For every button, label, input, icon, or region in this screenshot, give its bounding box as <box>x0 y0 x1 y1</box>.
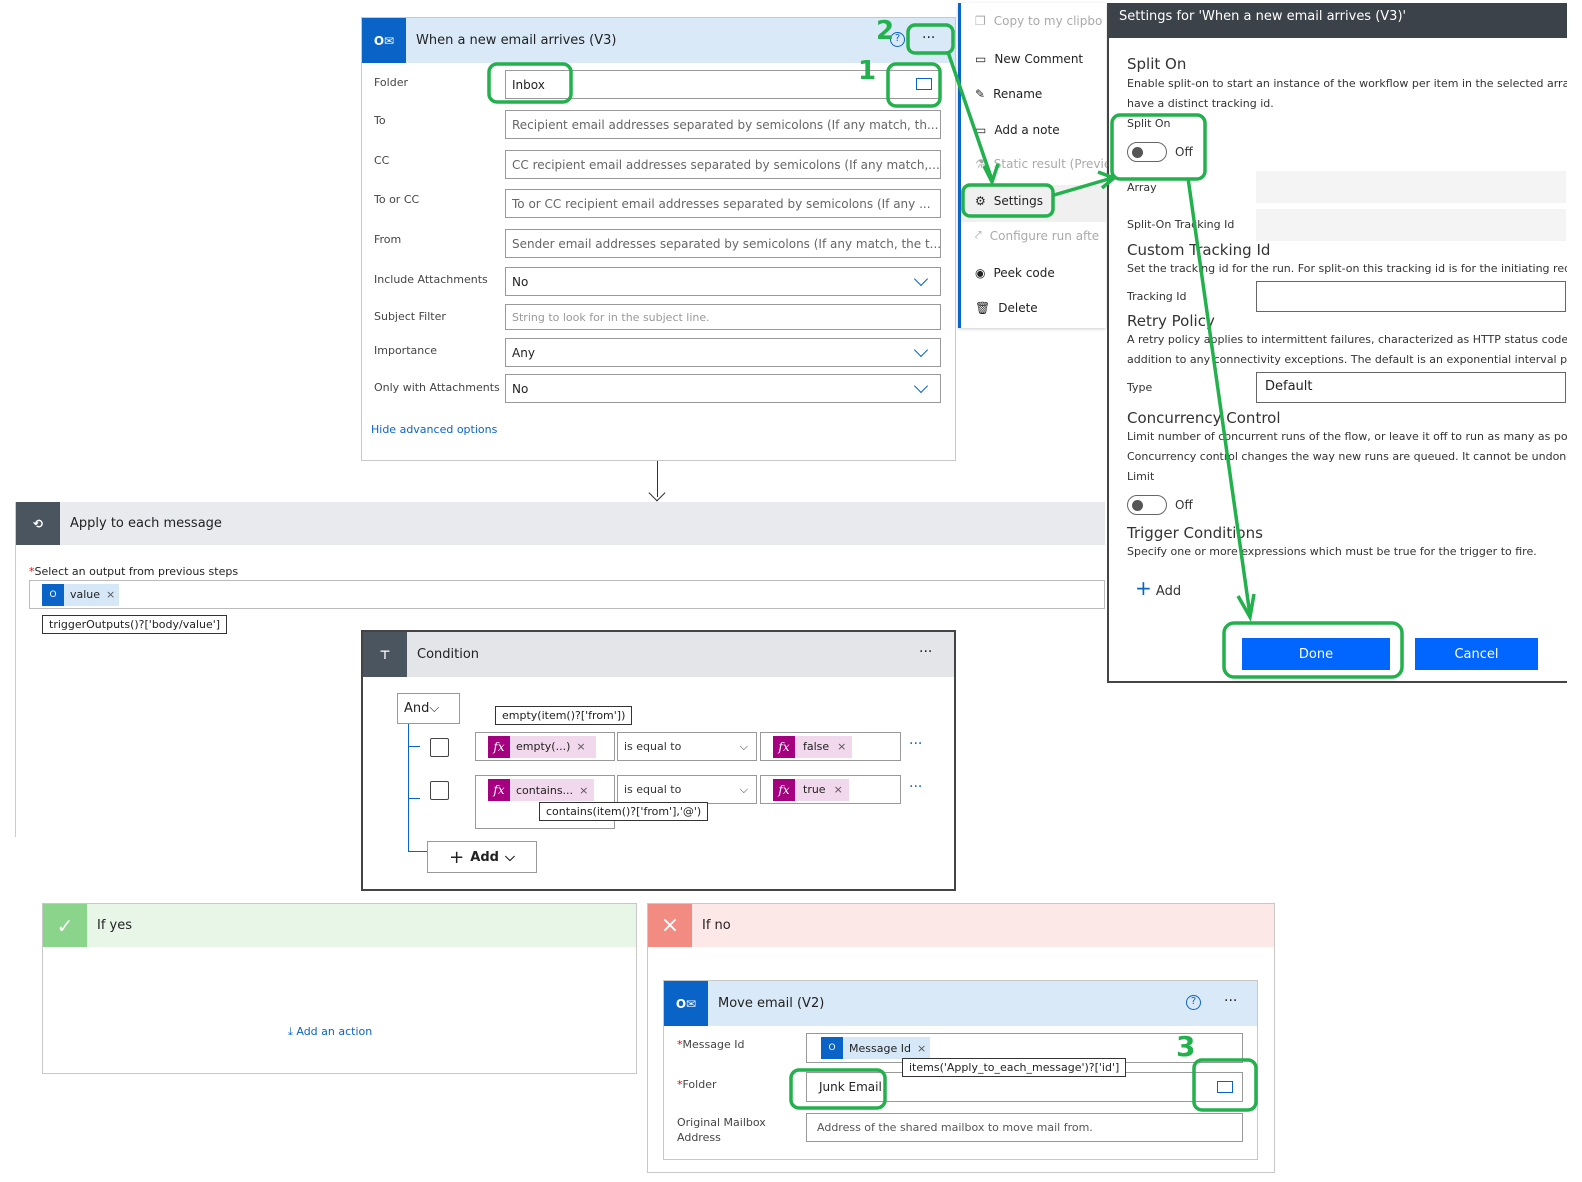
annotation-arrow <box>946 51 1000 187</box>
annotation-box <box>906 23 955 55</box>
annotation-box <box>789 1068 887 1110</box>
annotation-number: 1 <box>858 56 877 86</box>
annotation-arrow <box>1053 170 1118 197</box>
annotation-overlay <box>487 23 1404 1112</box>
annotation-number: 2 <box>876 16 895 46</box>
annotation-box <box>487 62 573 104</box>
annotation-box <box>961 183 1055 218</box>
annotation-box <box>886 62 942 108</box>
annotation-box <box>1222 621 1404 679</box>
annotation-box <box>1110 113 1207 181</box>
annotation-number: 3 <box>1176 1030 1196 1063</box>
annotation-arrow <box>1186 177 1256 623</box>
annotation-box <box>1192 1058 1258 1112</box>
